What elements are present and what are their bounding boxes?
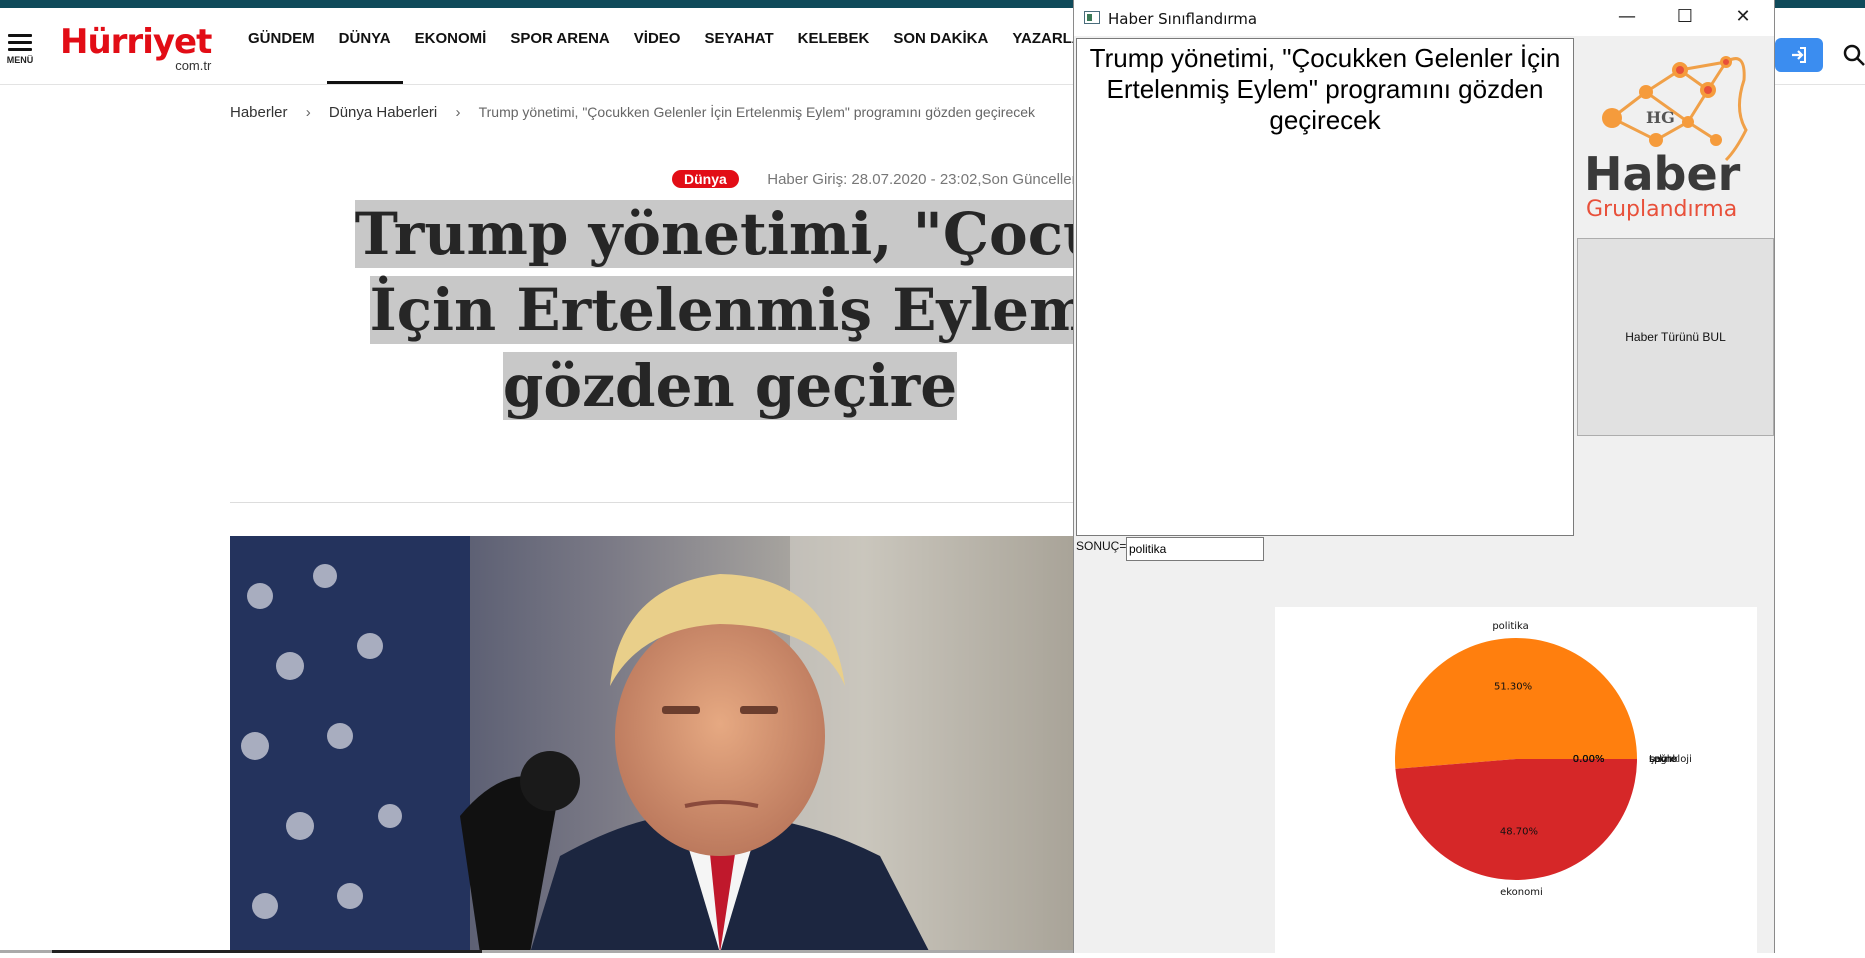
article-meta: Dünya Haber Giriş: 28.07.2020 - 23:02,So…	[672, 170, 1084, 189]
breadcrumb-home[interactable]: Haberler	[230, 104, 288, 121]
login-icon	[1792, 47, 1806, 63]
headline-line: Trump yönetimi, "Çocu	[354, 200, 1106, 268]
result-field[interactable]	[1126, 537, 1264, 561]
breadcrumb-current: Trump yönetimi, "Çocukken Gelenler İçin …	[478, 104, 1036, 120]
slice-percent-label: 0.00%	[1573, 754, 1605, 765]
divider	[230, 502, 1110, 503]
nav-item[interactable]: SEYAHAT	[692, 8, 785, 84]
slice-percent-label: 51.30%	[1494, 681, 1532, 692]
result-label: SONUÇ=	[1076, 539, 1127, 553]
app-icon	[1084, 11, 1100, 24]
news-text-input[interactable]: Trump yönetimi, "Çocukken Gelenler İçin …	[1076, 38, 1574, 536]
headline-line: gözden geçire	[502, 352, 958, 420]
menu-button[interactable]: MENÜ	[6, 30, 34, 65]
slice-label: politika	[1492, 621, 1528, 632]
pie-slice	[1395, 638, 1637, 769]
search-button[interactable]	[1843, 38, 1865, 72]
pie-slice	[1395, 759, 1637, 881]
chevron-right-icon: ›	[305, 104, 311, 121]
menu-label: MENÜ	[6, 55, 34, 65]
chevron-right-icon: ›	[455, 104, 461, 121]
nav-item[interactable]: DÜNYA	[326, 8, 403, 84]
pie-chart-panel: politika 51.30% ekonomi 48.70% çevre 0.00% spo…	[1275, 607, 1757, 953]
pie-chart: politika51.30%ekonomi48.70%çevre0.00% spo…	[1395, 621, 1692, 898]
slice-label: ekonomi	[1500, 887, 1543, 898]
article-dates: Haber Giriş: 28.07.2020 - 23:02,Son Günc…	[767, 171, 1085, 188]
search-icon	[1843, 44, 1865, 66]
logo-mark: HG	[1646, 108, 1675, 127]
close-button[interactable]: ✕	[1714, 0, 1772, 36]
logo-text: Hürriyet	[60, 22, 212, 62]
haber-gruplandirma-logo: HG Haber Gruplandırma	[1576, 40, 1772, 230]
nav-item[interactable]: EKONOMİ	[403, 8, 499, 84]
find-news-type-button[interactable]: Haber Türünü BUL	[1577, 238, 1774, 436]
headline-line: İçin Ertelenmiş Eylem	[369, 276, 1091, 344]
logo-tld: com.tr	[175, 58, 212, 73]
app-window: Haber Sınıflandırma — ☐ ✕ Trump yönetimi…	[1073, 0, 1775, 953]
window-titlebar[interactable]: Haber Sınıflandırma — ☐ ✕	[1074, 0, 1774, 36]
minimize-button[interactable]: —	[1598, 0, 1656, 36]
main-nav: GÜNDEM DÜNYA EKONOMİ SPOR ARENA VİDEO SEYAHAT…	[236, 8, 1105, 84]
article-photo	[230, 536, 1075, 953]
category-badge[interactable]: Dünya	[672, 170, 739, 188]
nav-item[interactable]: SON DAKİKA	[881, 8, 1000, 84]
hamburger-icon	[6, 34, 34, 51]
breadcrumb: Haberler › Dünya Haberleri › Trump yönet…	[230, 104, 1035, 121]
logo-sub: Gruplandırma	[1586, 197, 1737, 222]
nav-item[interactable]: GÜNDEM	[236, 8, 327, 84]
slice-percent-label: 48.70%	[1500, 827, 1538, 838]
nav-item[interactable]: VİDEO	[622, 8, 693, 84]
breadcrumb-section[interactable]: Dünya Haberleri	[329, 104, 437, 121]
login-button[interactable]	[1775, 38, 1823, 72]
nav-item[interactable]: SPOR ARENA	[498, 8, 621, 84]
maximize-button[interactable]: ☐	[1656, 0, 1714, 36]
site-logo[interactable]: Hürriyet com.tr	[60, 22, 212, 73]
nav-item[interactable]: KELEBEK	[786, 8, 882, 84]
logo-word: Haber	[1584, 147, 1741, 201]
slice-label: sağlık	[1649, 753, 1678, 765]
window-title: Haber Sınıflandırma	[1108, 10, 1258, 28]
